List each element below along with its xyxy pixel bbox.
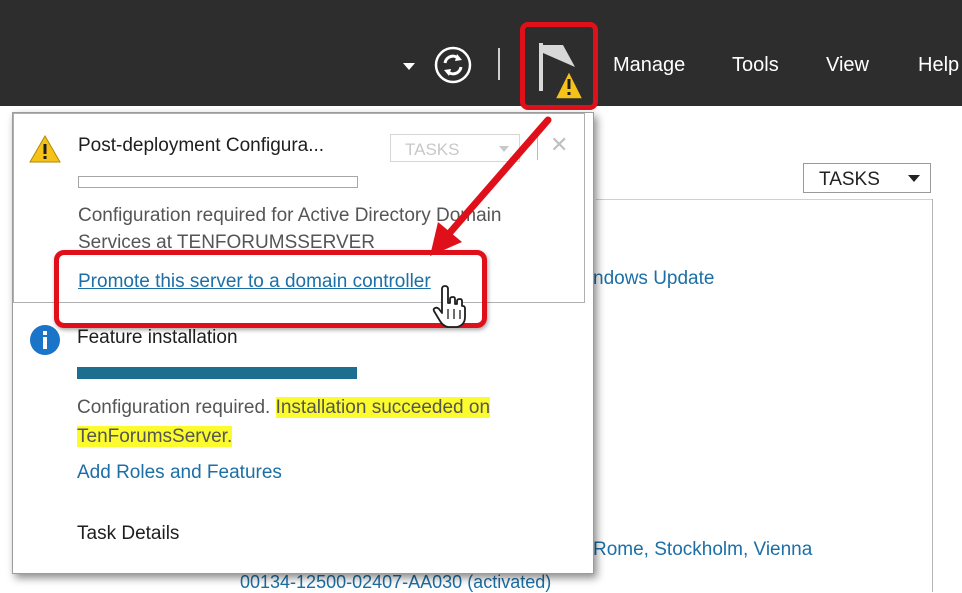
- toolbar-separator: [498, 48, 500, 80]
- tasks-label: TASKS: [405, 140, 460, 159]
- progress-fill: [77, 367, 357, 379]
- notification-message: Configuration required for Active Direct…: [78, 205, 502, 226]
- add-roles-features-link[interactable]: Add Roles and Features: [77, 462, 282, 484]
- refresh-icon[interactable]: [433, 45, 473, 85]
- progress-bar: [77, 367, 357, 379]
- chevron-down-icon: [499, 146, 509, 152]
- menu-manage[interactable]: Manage: [613, 54, 685, 77]
- task-details-link[interactable]: Task Details: [77, 523, 179, 545]
- notification-tasks-dropdown[interactable]: TASKS: [390, 134, 520, 162]
- progress-bar: [78, 176, 358, 188]
- background-tasks-dropdown[interactable]: TASKS: [803, 163, 931, 193]
- notification-title: Feature installation: [77, 327, 238, 348]
- hand-cursor-icon: [432, 285, 466, 328]
- warning-icon: [29, 134, 61, 163]
- chevron-down-icon: [908, 175, 920, 182]
- message-text: Configuration required.: [77, 397, 271, 418]
- notification-message: Configuration required. Installation suc…: [77, 397, 491, 419]
- timezone-link[interactable]: Rome, Stockholm, Vienna: [593, 539, 812, 561]
- menu-help[interactable]: Help: [918, 54, 959, 77]
- product-id-link[interactable]: 00134-12500-02407-AA030 (activated): [240, 572, 551, 593]
- panel-border: [596, 199, 932, 200]
- menu-view[interactable]: View: [826, 54, 869, 77]
- panel-border: [932, 199, 933, 592]
- close-icon[interactable]: ✕: [550, 132, 568, 158]
- menu-tools[interactable]: Tools: [732, 54, 779, 77]
- divider: [537, 134, 538, 160]
- flag-icon: [539, 43, 585, 100]
- notifications-flag-button[interactable]: [520, 22, 598, 110]
- annotation-highlight-box: [54, 250, 487, 328]
- notification-message: TenForumsServer.: [77, 426, 233, 448]
- notification-title: Post-deployment Configura...: [78, 135, 325, 156]
- top-toolbar: Manage Tools View Help: [0, 0, 962, 110]
- tasks-label: TASKS: [819, 169, 880, 190]
- highlighted-text: Installation succeeded on: [275, 397, 491, 418]
- dropdown-arrow-icon[interactable]: [403, 63, 415, 70]
- notifications-popup: Post-deployment Configura... TASKS ✕ Con…: [12, 112, 594, 574]
- windows-update-link[interactable]: ndows Update: [593, 268, 714, 290]
- highlighted-text: TenForumsServer.: [77, 426, 233, 447]
- info-icon: [30, 325, 60, 355]
